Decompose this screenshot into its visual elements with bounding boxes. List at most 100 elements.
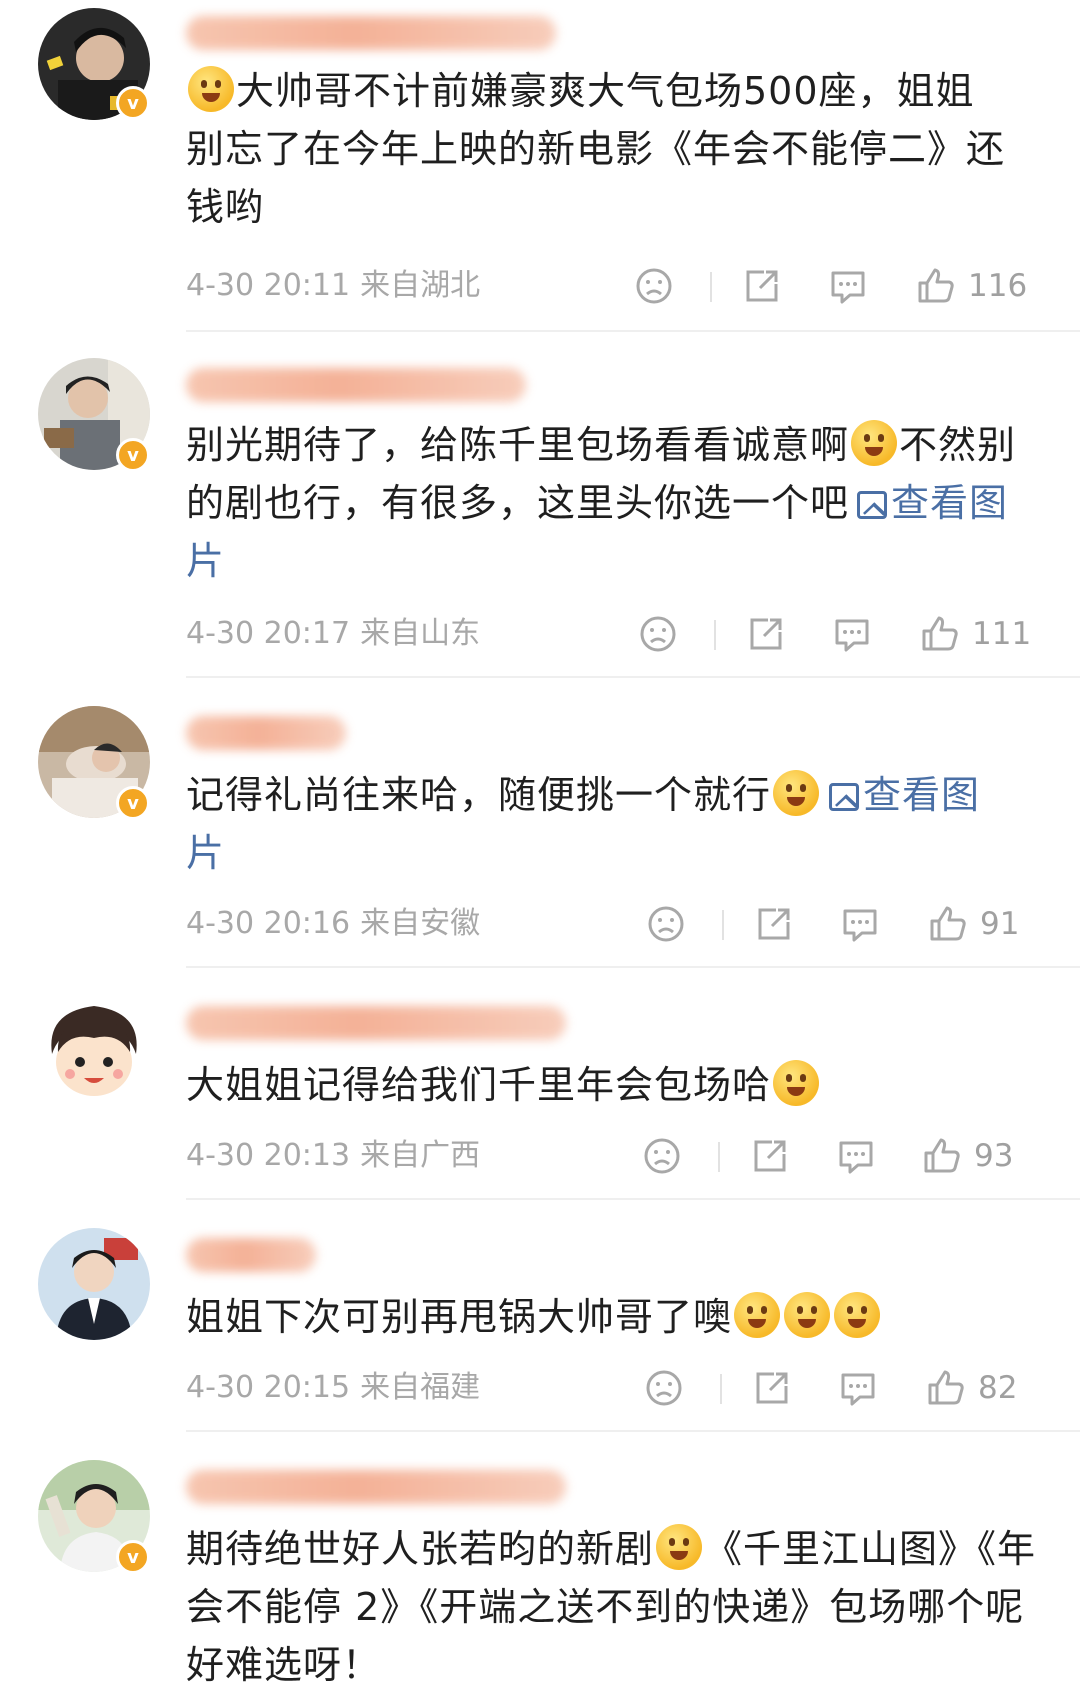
comment-meta: 4-30 20:11 来自湖北 116 (186, 266, 1046, 306)
thumbs-up-icon (930, 906, 966, 941)
thumbs-up-icon (924, 1138, 960, 1173)
view-image-link-tail[interactable]: 片 (186, 532, 1046, 590)
reply-button[interactable] (838, 1368, 878, 1408)
like-count: 116 (968, 268, 1028, 304)
reply-button[interactable] (832, 614, 872, 654)
repost-button[interactable] (754, 904, 794, 944)
like-button[interactable]: 111 (920, 614, 1031, 654)
divider (718, 1142, 720, 1172)
username-blurred[interactable] (186, 716, 346, 750)
location: 来自山东 (360, 616, 481, 651)
row-divider (186, 1198, 1080, 1200)
view-image-link[interactable]: 查看图 (849, 481, 1008, 525)
frown-icon (644, 1138, 680, 1174)
frown-icon (646, 1370, 682, 1406)
username-blurred[interactable] (186, 1006, 566, 1040)
location: 来自福建 (360, 1370, 481, 1405)
emoji-icon (784, 1292, 831, 1338)
share-icon (750, 618, 782, 650)
thumbs-up-icon (922, 616, 958, 651)
like-button[interactable]: 82 (926, 1368, 1017, 1408)
like-button[interactable]: 91 (928, 904, 1019, 944)
timestamp: 4-30 20:15 (186, 1370, 351, 1405)
comment-text: 期待绝世好人张若昀的新剧 《千里江山图》《年 会不能停 2》《开端之送不到的快递》… (186, 1520, 1046, 1694)
comment-text: 记得礼尚往来哈，随便挑一个就行 查看图 片 (186, 766, 1046, 882)
dislike-button[interactable] (642, 1136, 682, 1176)
emoji-icon (773, 1060, 820, 1106)
verified-badge-icon: v (116, 1540, 150, 1574)
row-divider (186, 330, 1080, 332)
emoji-icon (188, 66, 234, 112)
dislike-button[interactable] (634, 266, 674, 306)
comment-meta: 4-30 20:17 来自山东 111 (186, 614, 1046, 654)
comment-meta: 4-30 20:15 来自福建 82 (186, 1368, 1046, 1408)
emoji-icon (656, 1524, 703, 1570)
row-divider (186, 676, 1080, 678)
like-count: 82 (978, 1370, 1018, 1406)
reply-button[interactable] (836, 1136, 876, 1176)
repost-button[interactable] (746, 614, 786, 654)
comment-icon (835, 619, 869, 652)
username-blurred[interactable] (186, 1238, 316, 1272)
repost-button[interactable] (752, 1368, 792, 1408)
share-icon (754, 1140, 786, 1172)
view-image-link[interactable]: 查看图 (821, 773, 980, 817)
share-icon (746, 270, 778, 302)
comment-text: 大帅哥不计前嫌豪爽大气包场500座，姐姐 别忘了在今年上映的新电影《年会不能停二… (186, 62, 1046, 236)
location: 来自安徽 (360, 906, 481, 941)
cartoon-avatar-icon (38, 996, 150, 1108)
comment-text: 大姐姐记得给我们千里年会包场哈 (186, 1056, 1046, 1114)
reply-button[interactable] (840, 904, 880, 944)
comment-meta: 4-30 20:13 来自广西 93 (186, 1136, 1046, 1176)
user-avatar-icon (38, 1228, 150, 1340)
row-divider (186, 1430, 1080, 1432)
username-blurred[interactable] (186, 368, 526, 402)
comment-icon (841, 1373, 875, 1406)
comment-icon (839, 1141, 873, 1174)
view-image-link-tail[interactable]: 片 (186, 824, 1046, 882)
frown-icon (648, 906, 684, 942)
verified-badge-icon: v (116, 86, 150, 120)
like-button[interactable]: 116 (916, 266, 1027, 306)
verified-badge-icon: v (116, 786, 150, 820)
dislike-button[interactable] (638, 614, 678, 654)
like-count: 91 (980, 906, 1020, 942)
reply-button[interactable] (828, 266, 868, 306)
divider (710, 272, 712, 302)
frown-icon (636, 268, 672, 304)
like-button[interactable]: 93 (922, 1136, 1013, 1176)
dislike-button[interactable] (646, 904, 686, 944)
like-count: 111 (972, 616, 1032, 652)
username-blurred[interactable] (186, 16, 556, 50)
like-count: 93 (974, 1138, 1014, 1174)
comment-icon (843, 909, 877, 942)
emoji-icon (851, 420, 898, 466)
timestamp: 4-30 20:11 (186, 268, 351, 303)
divider (722, 910, 724, 940)
repost-button[interactable] (750, 1136, 790, 1176)
emoji-icon (734, 1292, 781, 1338)
thumbs-up-icon (928, 1370, 964, 1405)
image-icon (829, 783, 860, 811)
avatar[interactable] (38, 1228, 150, 1340)
share-icon (758, 908, 790, 940)
verified-badge-icon: v (116, 438, 150, 472)
dislike-button[interactable] (644, 1368, 684, 1408)
comment-list: v 大帅哥不计前嫌豪爽大气包场500座，姐姐 别忘了在今年上映的新电影《年会不能… (0, 0, 1080, 1698)
location: 来自广西 (360, 1138, 481, 1173)
divider (720, 1374, 722, 1404)
location: 来自湖北 (360, 268, 481, 303)
frown-icon (640, 616, 676, 652)
comment-icon (831, 271, 865, 304)
avatar[interactable] (38, 996, 150, 1108)
emoji-icon (773, 770, 820, 816)
timestamp: 4-30 20:13 (186, 1138, 351, 1173)
repost-button[interactable] (742, 266, 782, 306)
row-divider (186, 966, 1080, 968)
image-icon (857, 491, 888, 519)
username-blurred[interactable] (186, 1470, 566, 1504)
timestamp: 4-30 20:16 (186, 906, 351, 941)
thumbs-up-icon (918, 268, 954, 303)
share-icon (756, 1372, 788, 1404)
divider (714, 620, 716, 650)
